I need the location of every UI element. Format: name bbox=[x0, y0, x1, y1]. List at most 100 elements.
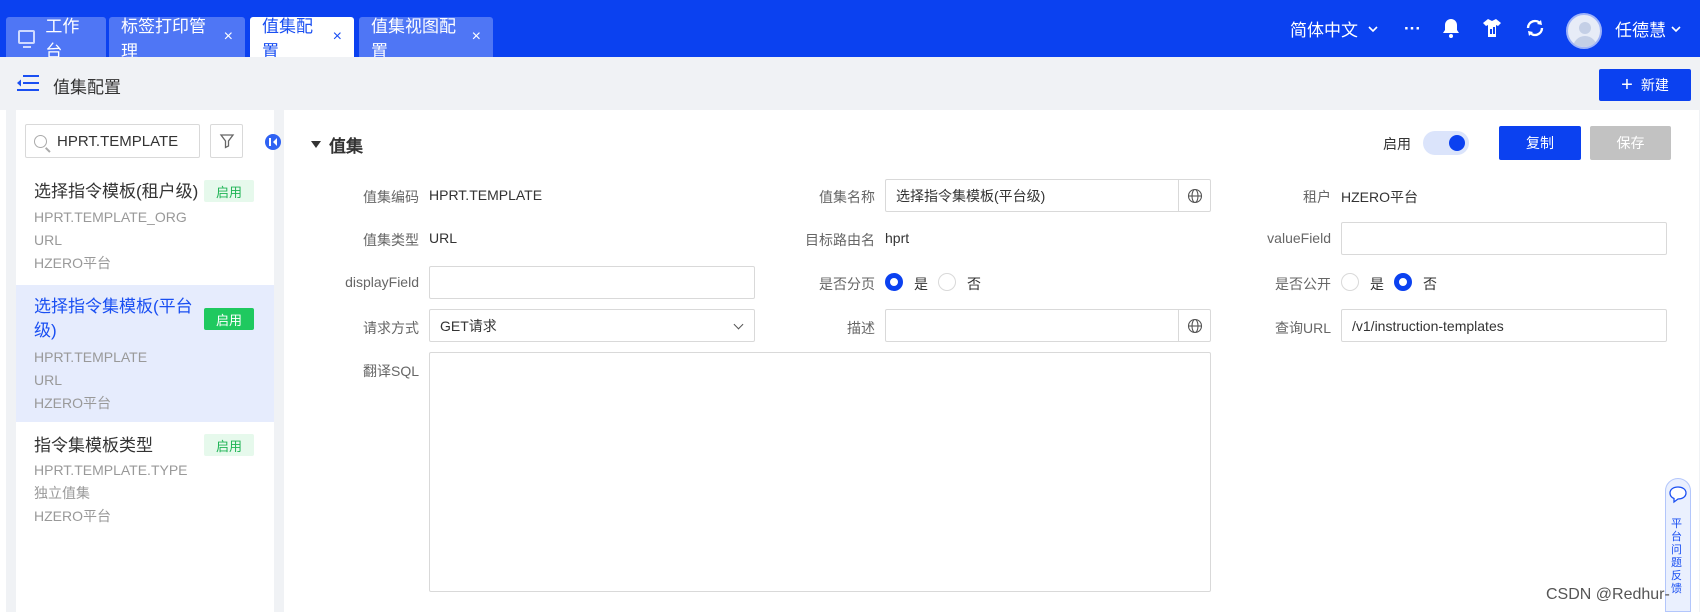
code-label: 值集编码 bbox=[363, 189, 419, 205]
name-label: 值集名称 bbox=[819, 189, 875, 205]
tab-label: 标签打印管理 bbox=[121, 17, 206, 61]
page-header bbox=[0, 57, 1700, 110]
tab-label-print-management[interactable]: 标签打印管理 × bbox=[109, 17, 245, 61]
list-item-code: HPRT.TEMPLATE bbox=[34, 349, 148, 365]
public-yes-label: 是 bbox=[1370, 276, 1384, 292]
save-button[interactable]: 保存 bbox=[1590, 126, 1671, 160]
section-header[interactable]: 值集 bbox=[311, 132, 363, 157]
page-title: 值集配置 bbox=[53, 78, 121, 97]
toggle-knob bbox=[1449, 135, 1465, 151]
displayfield-label: displayField bbox=[345, 274, 419, 290]
name-field[interactable]: 选择指令集模板(平台级) bbox=[885, 179, 1211, 212]
status-badge: 启用 bbox=[204, 434, 254, 456]
paging-label: 是否分页 bbox=[819, 276, 875, 292]
paging-yes-radio[interactable] bbox=[885, 273, 903, 291]
user-menu[interactable]: 任德慧 bbox=[1615, 0, 1682, 57]
list-item-type: 独立值集 bbox=[34, 485, 90, 501]
close-icon[interactable]: × bbox=[472, 28, 481, 46]
tab-label: 值集视图配置 bbox=[371, 17, 456, 61]
enable-label: 启用 bbox=[1383, 136, 1411, 152]
enable-toggle[interactable] bbox=[1423, 131, 1469, 155]
description-label: 描述 bbox=[847, 320, 875, 336]
chevron-down-icon bbox=[733, 319, 744, 330]
globe-icon[interactable] bbox=[1178, 180, 1210, 211]
bell-icon[interactable] bbox=[1439, 16, 1463, 40]
method-label: 请求方式 bbox=[363, 320, 419, 336]
tenant-label: 租户 bbox=[1303, 189, 1331, 205]
more-button[interactable]: ··· bbox=[1404, 0, 1421, 57]
tab-value-set-config[interactable]: 值集配置 × bbox=[250, 17, 354, 61]
paging-yes-label: 是 bbox=[914, 276, 928, 292]
list-item-type: URL bbox=[34, 232, 63, 248]
method-select[interactable]: GET请求 bbox=[429, 309, 755, 342]
filter-button[interactable] bbox=[210, 124, 243, 158]
list-item-code: HPRT.TEMPLATE.TYPE bbox=[34, 462, 188, 478]
watermark: CSDN @Redhur- bbox=[1546, 586, 1670, 603]
code-value: HPRT.TEMPLATE bbox=[429, 187, 543, 203]
description-field[interactable] bbox=[885, 309, 1211, 342]
query-url-input[interactable]: /v1/instruction-templates bbox=[1341, 309, 1667, 342]
public-label: 是否公开 bbox=[1275, 276, 1331, 292]
type-label: 值集类型 bbox=[363, 232, 419, 248]
valuefield-label: valueField bbox=[1267, 230, 1331, 246]
list-item-title: 选择指令集模板(平台级) bbox=[34, 297, 193, 340]
paging-no-label: 否 bbox=[967, 276, 981, 292]
list-item[interactable]: 选择指令模板(租户级) HPRT.TEMPLATE_ORG URL HZERO平… bbox=[16, 165, 274, 285]
menu-toggle-icon[interactable] bbox=[17, 74, 39, 92]
sql-label: 翻译SQL bbox=[362, 363, 419, 379]
section-title: 值集 bbox=[329, 137, 363, 156]
tenant-value: HZERO平台 bbox=[1341, 189, 1418, 205]
monitor-icon bbox=[18, 30, 36, 48]
public-no-radio[interactable] bbox=[1394, 273, 1412, 291]
feedback-label: 平台问题反馈 bbox=[1671, 518, 1682, 595]
username: 任德慧 bbox=[1615, 21, 1666, 40]
new-button[interactable]: + 新建 bbox=[1599, 69, 1691, 101]
status-badge: 启用 bbox=[204, 308, 254, 330]
route-label: 目标路由名 bbox=[805, 232, 875, 248]
tab-workbench[interactable]: 工作台 bbox=[6, 17, 106, 61]
route-value: hprt bbox=[885, 230, 910, 246]
close-icon[interactable]: × bbox=[333, 28, 342, 46]
list-item-title: 选择指令模板(租户级) bbox=[34, 182, 199, 201]
search-input[interactable]: HPRT.TEMPLATE bbox=[25, 124, 200, 158]
name-value: 选择指令集模板(平台级) bbox=[896, 187, 1046, 204]
tab-label: 值集配置 bbox=[262, 17, 313, 61]
list-item-tenant: HZERO平台 bbox=[34, 395, 111, 411]
tab-label: 工作台 bbox=[45, 17, 80, 61]
public-yes-radio[interactable] bbox=[1341, 273, 1359, 291]
language-label: 简体中文 bbox=[1290, 21, 1358, 40]
filter-icon bbox=[219, 134, 234, 149]
avatar[interactable] bbox=[1566, 13, 1602, 49]
list-item[interactable]: 选择指令集模板(平台级) HPRT.TEMPLATE URL HZERO平台 启… bbox=[16, 285, 274, 422]
list-item-tenant: HZERO平台 bbox=[34, 255, 111, 271]
query-url-label: 查询URL bbox=[1274, 320, 1331, 336]
chevron-down-icon bbox=[1671, 25, 1681, 32]
status-badge: 启用 bbox=[204, 180, 254, 202]
type-value: URL bbox=[429, 230, 458, 246]
new-button-label: 新建 bbox=[1640, 77, 1669, 93]
search-value: HPRT.TEMPLATE bbox=[57, 132, 179, 150]
valuefield-input[interactable] bbox=[1341, 222, 1667, 255]
list-item-title: 指令集模板类型 bbox=[34, 436, 153, 455]
displayfield-input[interactable] bbox=[429, 266, 755, 299]
copy-button[interactable]: 复制 bbox=[1499, 126, 1581, 160]
collapse-panel-icon[interactable] bbox=[265, 134, 281, 150]
list-item[interactable]: 指令集模板类型 HPRT.TEMPLATE.TYPE 独立值集 HZERO平台 … bbox=[16, 422, 274, 532]
shirt-icon[interactable] bbox=[1480, 16, 1504, 40]
list-item-code: HPRT.TEMPLATE_ORG bbox=[34, 209, 187, 225]
refresh-icon[interactable] bbox=[1523, 16, 1547, 40]
search-icon bbox=[34, 134, 47, 148]
globe-icon[interactable] bbox=[1178, 310, 1210, 341]
feedback-icon bbox=[1669, 486, 1687, 504]
list-item-type: URL bbox=[34, 372, 63, 388]
language-selector[interactable]: 简体中文 bbox=[1290, 0, 1379, 57]
paging-no-radio[interactable] bbox=[938, 273, 956, 291]
sql-textarea[interactable] bbox=[429, 352, 1211, 592]
public-no-label: 否 bbox=[1423, 276, 1437, 292]
caret-down-icon bbox=[311, 141, 321, 148]
plus-icon: + bbox=[1621, 74, 1633, 96]
close-icon[interactable]: × bbox=[224, 28, 233, 46]
chevron-down-icon bbox=[1368, 25, 1378, 32]
tab-value-set-view-config[interactable]: 值集视图配置 × bbox=[359, 17, 493, 61]
list-item-tenant: HZERO平台 bbox=[34, 508, 111, 524]
